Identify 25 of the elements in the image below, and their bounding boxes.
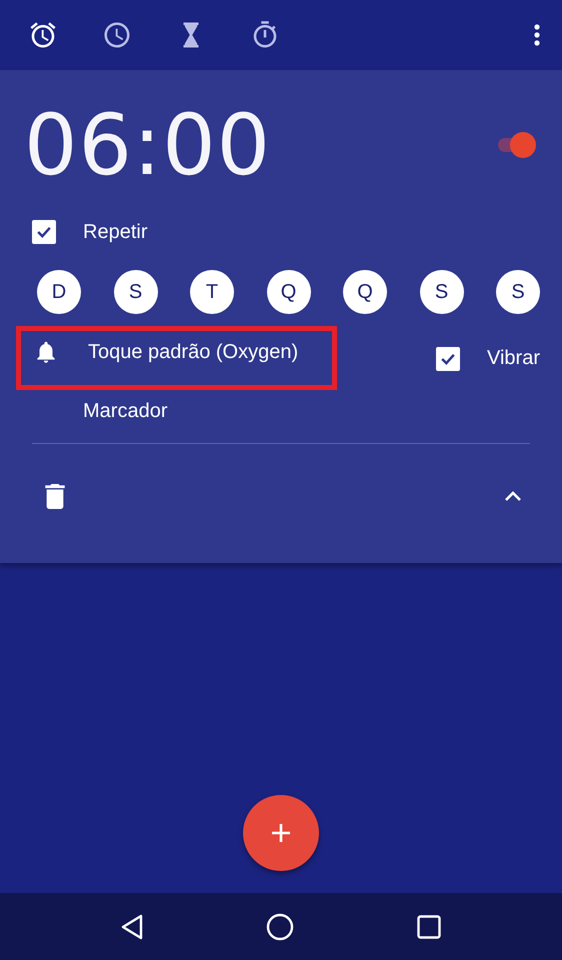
delete-icon[interactable] bbox=[45, 484, 65, 509]
alarm-time[interactable]: 06:00 bbox=[24, 103, 272, 187]
collapse-chevron-icon[interactable] bbox=[504, 491, 522, 502]
day-toggle[interactable]: S bbox=[114, 270, 158, 314]
day-toggle[interactable]: S bbox=[420, 270, 464, 314]
day-toggle[interactable]: T bbox=[190, 270, 234, 314]
day-toggle[interactable]: S bbox=[496, 270, 540, 314]
vibrate-label: Vibrar bbox=[487, 347, 540, 370]
clock-tab[interactable] bbox=[102, 20, 132, 50]
more-menu-icon[interactable] bbox=[534, 24, 540, 46]
back-icon[interactable] bbox=[121, 914, 144, 940]
day-toggle[interactable]: D bbox=[37, 270, 81, 314]
alarm-label[interactable]: Marcador bbox=[83, 400, 168, 423]
recents-icon[interactable] bbox=[416, 914, 441, 938]
vibrate-checkbox[interactable] bbox=[436, 347, 460, 371]
repeat-label: Repetir bbox=[83, 220, 148, 244]
repeat-checkbox[interactable] bbox=[32, 220, 56, 244]
ringtone-label[interactable]: Toque padrão (Oxygen) bbox=[88, 340, 298, 364]
day-toggle[interactable]: Q bbox=[266, 270, 310, 314]
add-alarm-button[interactable] bbox=[243, 795, 319, 871]
alarm-tab[interactable] bbox=[28, 20, 58, 50]
day-toggle[interactable]: Q bbox=[343, 270, 387, 314]
home-icon[interactable] bbox=[266, 912, 294, 940]
plus-icon bbox=[271, 823, 291, 843]
alarm-toggle[interactable] bbox=[496, 131, 536, 159]
